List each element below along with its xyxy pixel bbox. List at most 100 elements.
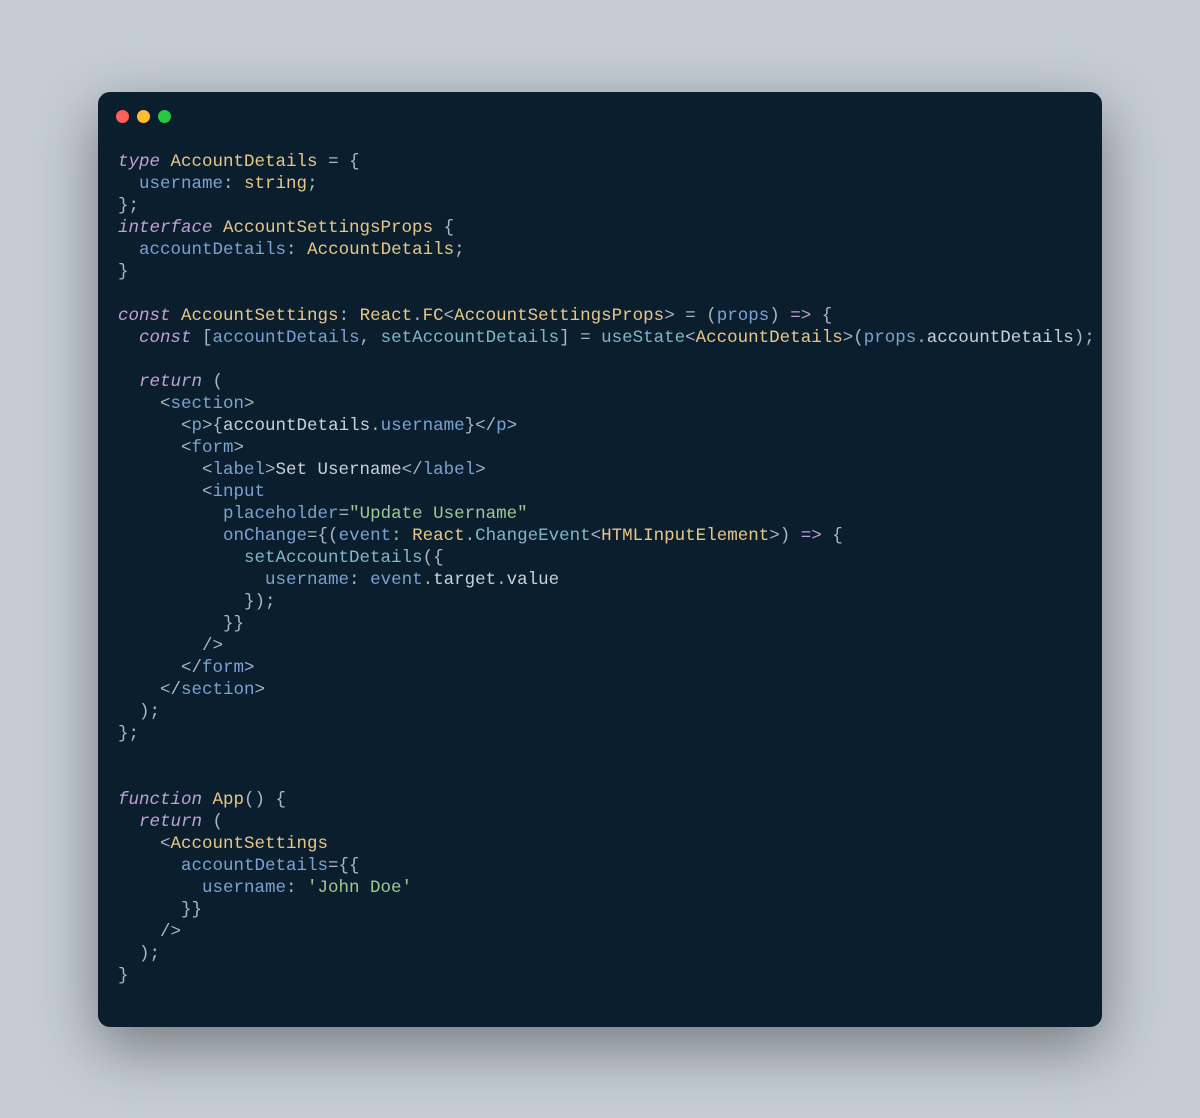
code-token: { <box>433 218 454 238</box>
code-token: username <box>381 416 465 436</box>
code-line: /> <box>118 922 181 942</box>
code-token: HTMLInputElement <box>601 526 769 546</box>
code-token <box>118 526 223 546</box>
code-token: setAccountDetails <box>381 328 560 348</box>
code-line: const [accountDetails, setAccountDetails… <box>118 328 1095 348</box>
code-line: placeholder="Update Username" <box>118 504 528 524</box>
code-token: = <box>339 504 350 524</box>
code-token: . <box>496 570 507 590</box>
code-token: string <box>244 174 307 194</box>
code-token <box>118 548 244 568</box>
code-token: const <box>118 306 171 326</box>
code-token: . <box>370 416 381 436</box>
code-token: > = ( <box>664 306 717 326</box>
code-token: AccountSettingsProps <box>454 306 664 326</box>
code-token: "Update Username" <box>349 504 528 524</box>
code-token: username <box>202 878 286 898</box>
code-line: type AccountDetails = { <box>118 152 360 172</box>
maximize-dot-icon[interactable] <box>158 110 171 123</box>
code-line: ); <box>118 702 160 722</box>
code-token: return <box>139 372 202 392</box>
code-token: > <box>265 460 276 480</box>
code-token: AccountDetails <box>171 152 318 172</box>
code-line: username: string; <box>118 174 318 194</box>
code-token: ChangeEvent <box>475 526 591 546</box>
code-token: ={{ <box>328 856 360 876</box>
code-token: >{ <box>202 416 223 436</box>
code-token <box>118 372 139 392</box>
code-token: props <box>864 328 917 348</box>
window-titlebar <box>98 92 1102 123</box>
code-token: : <box>286 878 307 898</box>
code-token: </ <box>402 460 423 480</box>
code-token: /> <box>118 922 181 942</box>
code-token: : <box>391 526 412 546</box>
code-token: . <box>423 570 434 590</box>
code-token: . <box>465 526 476 546</box>
code-token: section <box>171 394 245 414</box>
code-token: useState <box>601 328 685 348</box>
code-token <box>118 878 202 898</box>
code-token <box>171 306 182 326</box>
code-line: } <box>118 966 129 986</box>
code-token: props <box>717 306 770 326</box>
code-token: < <box>118 416 192 436</box>
code-line: <p>{accountDetails.username}</p> <box>118 416 517 436</box>
code-line: }; <box>118 196 139 216</box>
code-line: onChange={(event: React.ChangeEvent<HTML… <box>118 526 843 546</box>
code-token: < <box>118 482 213 502</box>
code-token: => <box>790 306 811 326</box>
code-token: event <box>339 526 392 546</box>
code-token: > <box>255 680 266 700</box>
code-token: ; <box>307 174 318 194</box>
code-token: ); <box>1074 328 1095 348</box>
code-token: [ <box>192 328 213 348</box>
code-token: AccountSettings <box>181 306 339 326</box>
code-token: ( <box>202 812 223 832</box>
code-token: > <box>507 416 518 436</box>
code-token: >) <box>769 526 801 546</box>
code-token: onChange <box>223 526 307 546</box>
code-token: event <box>370 570 423 590</box>
code-token: ] = <box>559 328 601 348</box>
code-token <box>202 790 213 810</box>
minimize-dot-icon[interactable] <box>137 110 150 123</box>
code-token: React <box>412 526 465 546</box>
code-window: type AccountDetails = { username: string… <box>98 92 1102 1027</box>
code-line: /> <box>118 636 223 656</box>
code-token: . <box>412 306 423 326</box>
code-token: { <box>811 306 832 326</box>
code-token <box>160 152 171 172</box>
code-token: interface <box>118 218 213 238</box>
code-token: ; <box>454 240 465 260</box>
code-token: setAccountDetails <box>244 548 423 568</box>
code-token: : <box>339 306 360 326</box>
code-token <box>213 218 224 238</box>
code-token: }</ <box>465 416 497 436</box>
code-token: ) <box>769 306 790 326</box>
code-token: type <box>118 152 160 172</box>
code-token: const <box>139 328 192 348</box>
code-line: <input <box>118 482 265 502</box>
code-token: username <box>139 174 223 194</box>
code-token: ={( <box>307 526 339 546</box>
close-dot-icon[interactable] <box>116 110 129 123</box>
code-token: function <box>118 790 202 810</box>
code-line: }); <box>118 592 276 612</box>
code-token: } <box>118 966 129 986</box>
code-token: }; <box>118 724 139 744</box>
code-token: . <box>916 328 927 348</box>
code-token: < <box>444 306 455 326</box>
code-token: ); <box>118 944 160 964</box>
code-token: < <box>591 526 602 546</box>
code-line: username: event.target.value <box>118 570 559 590</box>
code-token: }; <box>118 196 139 216</box>
code-line: <label>Set Username</label> <box>118 460 486 480</box>
code-token: < <box>685 328 696 348</box>
code-line: setAccountDetails({ <box>118 548 444 568</box>
code-token: p <box>496 416 507 436</box>
code-token <box>118 328 139 348</box>
code-token: username <box>265 570 349 590</box>
code-token: placeholder <box>223 504 339 524</box>
code-token: < <box>118 834 171 854</box>
